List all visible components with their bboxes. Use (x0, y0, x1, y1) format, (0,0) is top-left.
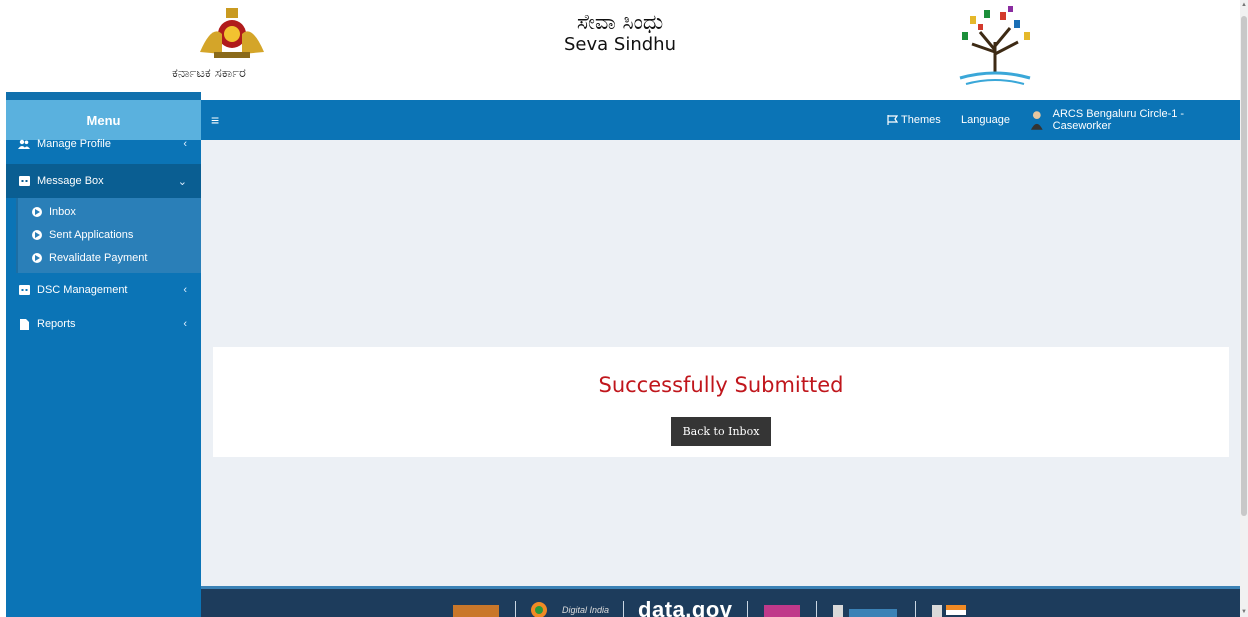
arrow-circle-icon (32, 229, 42, 240)
chevron-left-icon: ‹ (183, 284, 187, 296)
message-box-submenu: Inbox Sent Applications Revalidate Payme… (16, 198, 201, 273)
state-logo-icon (453, 605, 499, 617)
karnataka-emblem-icon (200, 8, 264, 58)
main-content: Successfully Submitted Back to Inbox (201, 140, 1240, 586)
result-card: Successfully Submitted Back to Inbox (213, 347, 1229, 457)
scroll-thumb[interactable] (1241, 16, 1247, 516)
flag-icon (887, 115, 898, 125)
footer: Digital India data.gov (201, 586, 1240, 617)
sidebar-item-manage-profile[interactable]: Manage Profile ‹ (6, 134, 201, 154)
scroll-down-icon[interactable]: ▼ (1240, 609, 1248, 615)
sidebar-item-label: Manage Profile (37, 138, 111, 150)
sidebar-item-dsc-management[interactable]: DSC Management ‹ (6, 273, 201, 307)
title-kannada: ಸೇವಾ ಸಿಂಧು (576, 10, 664, 34)
sidebar-top-strip (6, 92, 201, 100)
arrow-circle-icon (32, 206, 42, 217)
government-label: ಕರ್ನಾಟಕ ಸರ್ಕಾರ (172, 66, 246, 81)
site-title: ಸೇವಾ ಸಿಂಧು Seva Sindhu (520, 10, 720, 56)
datagov-logo: data.gov (638, 597, 733, 617)
language-link[interactable]: Language (961, 114, 1010, 126)
user-menu[interactable]: ARCS Bengaluru Circle-1 - Caseworker (1031, 108, 1240, 132)
user-name: ARCS Bengaluru Circle-1 - Caseworker (1052, 108, 1185, 132)
footer-separator (746, 601, 748, 617)
footer-logos: Digital India data.gov (451, 597, 970, 617)
sidebar-item-reports[interactable]: Reports ‹ (6, 307, 201, 341)
submenu-item-revalidate-payment[interactable]: Revalidate Payment (18, 246, 201, 269)
footer-separator (515, 601, 516, 617)
digital-india-label: Digital India (562, 605, 610, 615)
footer-separator (815, 601, 817, 617)
digital-india-logo-icon (531, 602, 547, 617)
sidebar-item-label: Reports (37, 318, 76, 330)
page-scrollbar[interactable]: ▲ ▼ (1240, 0, 1248, 617)
india-gov-logo-icon (763, 605, 800, 617)
chevron-left-icon: ‹ (183, 138, 187, 150)
chevron-down-icon: ⌄ (177, 175, 187, 188)
site-header: ಕರ್ನಾಟಕ ಸರ್ಕಾರ ಸೇವಾ ಸಿಂಧು Seva Sindhu (0, 0, 1240, 92)
message-box-icon (18, 176, 30, 186)
national-emblem-icon (832, 605, 897, 617)
file-icon (18, 318, 30, 330)
seva-sindhu-logo-icon (959, 6, 1031, 85)
footer-separator (914, 601, 916, 617)
submenu-item-label: Inbox (49, 205, 76, 218)
top-navbar: ≡ Themes Language ARCS Bengaluru Circle-… (201, 100, 1240, 140)
themes-link[interactable]: Themes (887, 114, 941, 126)
title-english: Seva Sindhu (564, 34, 676, 55)
footer-separator (623, 601, 625, 617)
sidebar-item-message-box[interactable]: Message Box ⌄ (6, 164, 201, 198)
submenu-item-label: Revalidate Payment (49, 251, 148, 264)
submenu-item-inbox[interactable]: Inbox (18, 200, 201, 223)
submenu-item-sent-applications[interactable]: Sent Applications (18, 223, 201, 246)
avatar (1031, 111, 1043, 130)
sidebar: Menu Manage Profile ‹ Message Box ⌄ Inbo… (6, 92, 201, 617)
back-to-inbox-button[interactable]: Back to Inbox (670, 417, 772, 446)
sidebar-item-label: Message Box (37, 175, 104, 187)
success-message: Successfully Submitted (598, 373, 844, 397)
page-root: ಕರ್ನಾಟಕ ಸರ್ಕಾರ ಸೇವಾ ಸಿಂಧು Seva Sindhu Me… (0, 0, 1248, 617)
hamburger-menu-icon[interactable]: ≡ (211, 112, 219, 128)
scroll-up-icon[interactable]: ▲ (1240, 2, 1248, 8)
chevron-left-icon: ‹ (183, 318, 187, 330)
submenu-item-label: Sent Applications (49, 228, 134, 241)
users-icon (18, 139, 30, 149)
dsc-icon (18, 285, 30, 295)
flag-logo-icon (931, 605, 966, 617)
arrow-circle-icon (32, 252, 42, 263)
themes-label: Themes (901, 114, 941, 126)
sidebar-item-label: DSC Management (37, 284, 128, 296)
